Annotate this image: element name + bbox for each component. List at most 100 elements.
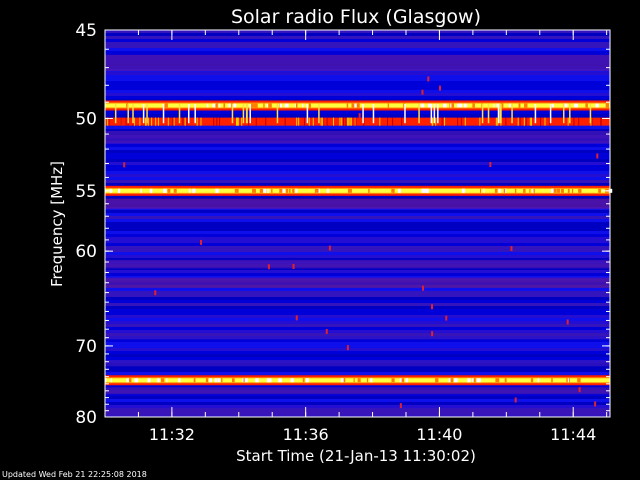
noise-speck (295, 315, 298, 321)
band-fleck (267, 188, 270, 193)
burst-streak (589, 103, 592, 124)
spectrogram-row (105, 33, 610, 36)
spectrogram-zone (105, 198, 610, 209)
band-fleck (567, 188, 570, 193)
band-fleck (219, 117, 221, 126)
band-fleck (529, 188, 531, 193)
burst-streak (481, 103, 484, 124)
band-fleck (241, 117, 243, 126)
band-fleck (472, 103, 475, 108)
band-fleck (250, 103, 254, 108)
band-fleck (236, 117, 238, 126)
spectrogram-row (105, 315, 610, 318)
band-fleck (164, 103, 168, 108)
spectrogram-row (105, 159, 610, 162)
band-fleck (605, 103, 610, 108)
noise-speck (510, 246, 513, 252)
band-fleck (218, 103, 221, 108)
burst-streak (549, 103, 552, 124)
band-fleck (467, 378, 471, 383)
spectrogram-row (105, 342, 610, 345)
band-fleck (244, 378, 248, 383)
spectrogram-row (105, 297, 610, 300)
burst-streak (418, 103, 420, 124)
noise-speck (489, 162, 492, 168)
band-fleck (368, 188, 370, 193)
x-tick-label: 11:36 (283, 425, 329, 444)
burst-streak (500, 103, 502, 124)
band-fleck (304, 117, 306, 126)
spectrogram-row (105, 294, 610, 297)
x-tick-label: 11:40 (416, 425, 462, 444)
band-fleck (346, 103, 349, 108)
spectrogram-row (105, 213, 610, 216)
band-fleck (493, 103, 495, 108)
band-fleck (125, 117, 127, 126)
burst-streak (127, 103, 129, 124)
burst-streak (534, 103, 537, 124)
band-fleck (530, 117, 532, 126)
burst-streak (372, 103, 375, 124)
band-fleck (463, 103, 467, 108)
spectrogram-row (105, 93, 610, 96)
band-fleck (472, 378, 474, 383)
band-fleck (427, 103, 431, 108)
burst-streak (430, 103, 433, 124)
band-fleck (173, 117, 175, 126)
burst-streak (362, 103, 364, 124)
band-fleck (147, 378, 151, 383)
band-fleck (118, 188, 121, 193)
band-fleck (255, 378, 259, 383)
band-fleck (370, 378, 373, 383)
band-fleck (441, 117, 443, 126)
band-fleck (308, 103, 311, 108)
band-fleck (401, 378, 405, 383)
spectrogram-row (105, 216, 610, 219)
band-fleck (134, 378, 139, 383)
noise-speck (358, 113, 361, 119)
band-fleck (126, 378, 130, 383)
spectrogram-row (105, 249, 610, 252)
band-fleck (292, 188, 295, 193)
band-fleck (149, 188, 153, 193)
spectrogram-row (105, 171, 610, 174)
band-fleck (524, 103, 528, 108)
noise-speck (445, 315, 448, 321)
spectrogram-row (105, 174, 610, 177)
spectrogram-zone (105, 409, 610, 415)
band-fleck (519, 117, 521, 126)
band-fleck (448, 378, 451, 383)
band-fleck (326, 188, 330, 193)
burst-streak (318, 103, 320, 124)
band-fleck (525, 117, 527, 126)
spectrogram-row (105, 330, 610, 333)
spectrogram-row (105, 177, 610, 180)
burst-streak (132, 103, 134, 124)
band-fleck (284, 117, 286, 126)
band-fleck (242, 378, 244, 383)
noise-speck (292, 263, 295, 269)
spectrogram-row (105, 42, 610, 45)
band-fleck (345, 117, 347, 126)
band-fleck (451, 103, 455, 108)
noise-speck (427, 76, 430, 82)
band-fleck (255, 117, 257, 126)
spectrogram-zone (105, 387, 610, 395)
band-fleck (263, 188, 267, 193)
spectrogram-row (105, 72, 610, 75)
band-fleck (391, 188, 395, 193)
noise-speck (566, 319, 569, 325)
noise-speck (422, 285, 425, 291)
spectrogram-zone (105, 259, 610, 269)
band-fleck (505, 117, 507, 126)
band-fleck (312, 117, 314, 126)
band-fleck (295, 103, 298, 108)
y-tick-label: 45 (75, 21, 97, 41)
band-fleck (421, 188, 424, 193)
burst-streak (569, 103, 571, 124)
spectrogram-row (105, 219, 610, 222)
spectrogram-row (105, 237, 610, 240)
band-fleck (266, 378, 270, 383)
band-fleck (295, 188, 298, 193)
band-fleck (296, 117, 298, 126)
